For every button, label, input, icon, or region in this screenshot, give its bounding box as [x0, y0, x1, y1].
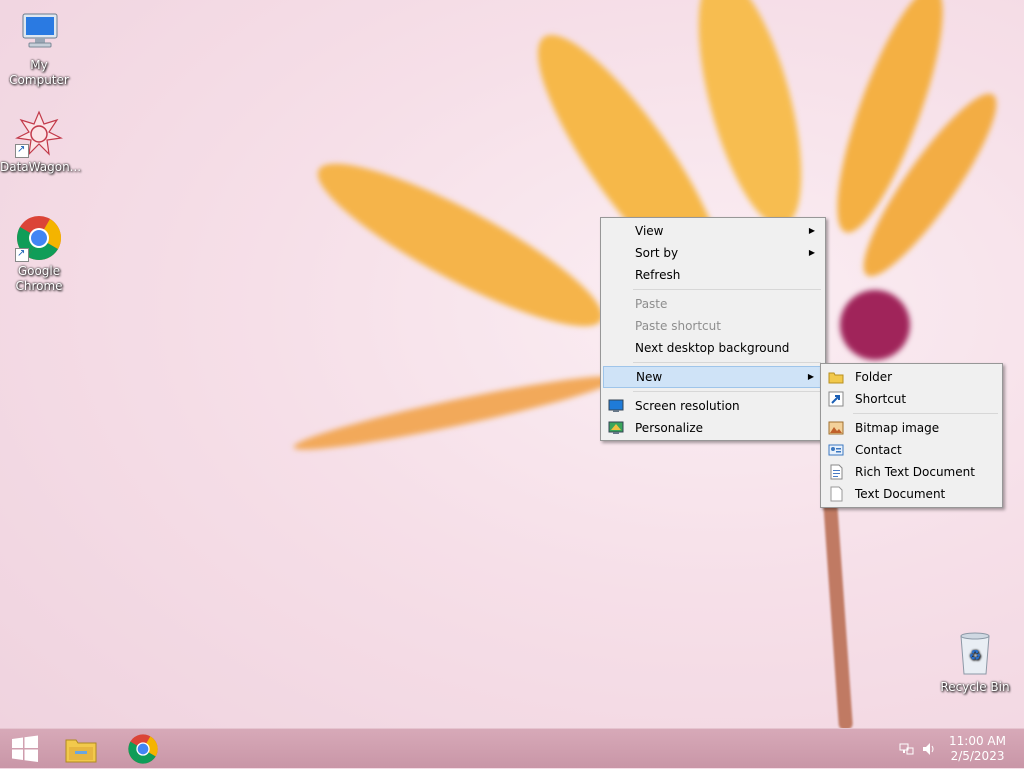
taskbar-clock[interactable]: 11:00 AM 2/5/2023 [949, 734, 1006, 764]
new-submenu: Folder Shortcut Bitmap image Contact Ric… [820, 363, 1003, 508]
menu-separator [633, 289, 821, 290]
contact-icon [828, 442, 844, 458]
submenu-arrow-icon: ▶ [807, 372, 814, 381]
menu-item-new-text-document[interactable]: Text Document [823, 483, 1000, 505]
menu-separator [633, 362, 821, 363]
taskbar-chrome-button[interactable] [118, 729, 168, 769]
menu-item-new-bitmap-image[interactable]: Bitmap image [823, 417, 1000, 439]
start-button[interactable] [0, 729, 50, 769]
datawagon-icon [15, 110, 63, 158]
desktop-icon-label: My Computer [9, 58, 69, 87]
file-explorer-icon [65, 739, 97, 763]
volume-icon[interactable] [921, 741, 937, 757]
submenu-arrow-icon: ▶ [808, 248, 815, 257]
clock-time: 11:00 AM [949, 734, 1006, 748]
menu-separator [853, 413, 998, 414]
menu-item-screen-resolution[interactable]: Screen resolution [603, 395, 823, 417]
menu-item-new-rich-text-document[interactable]: Rich Text Document [823, 461, 1000, 483]
desktop-icon-datawagon[interactable]: DataWagon... [0, 110, 82, 175]
desktop-icon-my-computer[interactable]: My Computer [0, 8, 78, 88]
submenu-arrow-icon: ▶ [808, 226, 815, 235]
desktop-icon-google-chrome[interactable]: Google Chrome [0, 214, 78, 294]
menu-item-new-contact[interactable]: Contact [823, 439, 1000, 461]
network-icon[interactable] [898, 741, 914, 757]
screen-resolution-icon [608, 398, 624, 414]
menu-item-next-desktop-background[interactable]: Next desktop background [603, 337, 823, 359]
desktop-icon-label: Google Chrome [15, 264, 63, 293]
desktop-icon-recycle-bin[interactable]: ♻ Recycle Bin [936, 630, 1014, 695]
rich-text-icon [828, 464, 844, 480]
shortcut-icon [828, 391, 844, 407]
menu-item-paste: Paste [635, 297, 668, 311]
menu-item-personalize[interactable]: Personalize [603, 417, 823, 439]
menu-item-new[interactable]: New ▶ [603, 366, 823, 388]
chrome-icon [15, 214, 63, 262]
desktop-icon-label: DataWagon... [0, 160, 82, 174]
taskbar: 11:00 AM 2/5/2023 [0, 728, 1024, 768]
bitmap-icon [828, 420, 844, 436]
windows-logo-icon [12, 735, 38, 762]
desktop-icon-label: Recycle Bin [940, 680, 1010, 694]
folder-icon [828, 369, 844, 385]
recycle-bin-icon: ♻ [951, 630, 999, 678]
clock-date: 2/5/2023 [950, 749, 1005, 763]
shortcut-arrow-icon [15, 142, 29, 158]
text-document-icon [828, 486, 844, 502]
personalize-icon [608, 420, 624, 436]
taskbar-file-explorer-button[interactable] [56, 729, 106, 769]
menu-item-new-shortcut[interactable]: Shortcut [823, 388, 1000, 410]
desktop-context-menu: View ▶ Sort by ▶ Refresh Paste Paste sho… [600, 217, 826, 441]
computer-icon [15, 8, 63, 56]
menu-item-new-folder[interactable]: Folder [823, 366, 1000, 388]
menu-item-paste-shortcut: Paste shortcut [635, 319, 721, 333]
chrome-icon [128, 734, 158, 764]
menu-item-view[interactable]: View ▶ [603, 220, 823, 242]
menu-separator [633, 391, 821, 392]
svg-text:♻: ♻ [969, 648, 982, 664]
menu-item-refresh[interactable]: Refresh [603, 264, 823, 286]
shortcut-arrow-icon [15, 246, 29, 262]
menu-item-sort-by[interactable]: Sort by ▶ [603, 242, 823, 264]
